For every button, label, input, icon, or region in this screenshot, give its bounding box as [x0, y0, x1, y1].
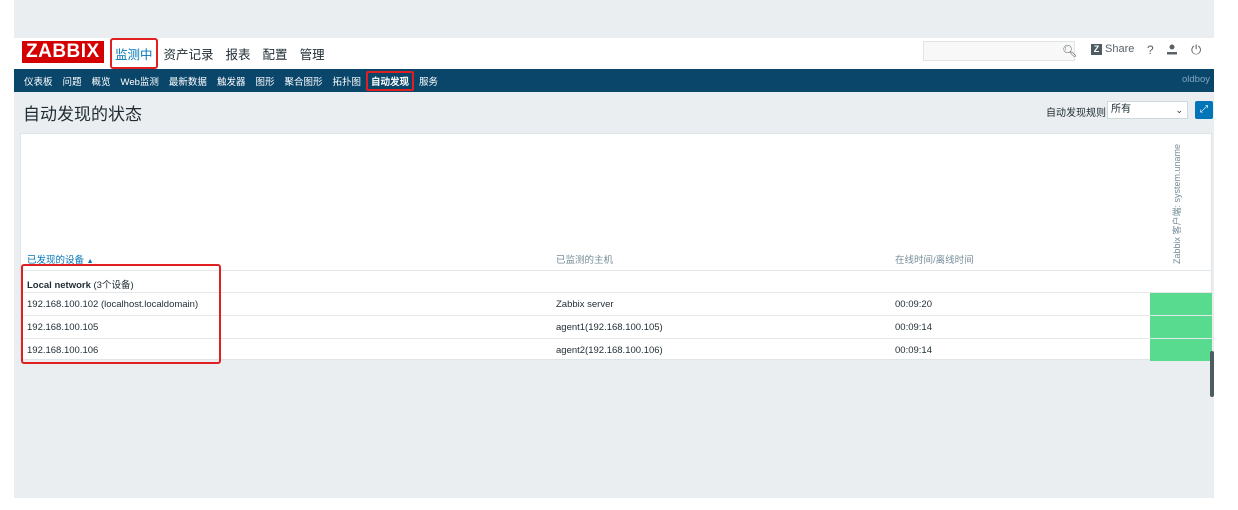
subnav-overview[interactable]: 概览	[87, 74, 116, 88]
subnav-maps[interactable]: 拓扑图	[327, 74, 366, 88]
host-cell: agent1(192.168.100.105)	[556, 322, 663, 333]
menu-reports[interactable]: 报表	[220, 44, 257, 63]
host-cell: agent2(192.168.100.106)	[556, 345, 663, 356]
share-label: Share	[1105, 43, 1135, 55]
column-header-host: 已监测的主机	[556, 255, 614, 266]
top-bar: ZABBIX 监测中 资产记录 报表 配置 管理 🔍︎ Z Share ? ⏻	[14, 38, 1214, 69]
sub-navigation: 仪表板 问题 概览 Web监测 最新数据 触发器 图形 聚合图形 拓扑图 自动发…	[14, 69, 1214, 92]
subnav-triggers[interactable]: 触发器	[212, 74, 251, 88]
share-button[interactable]: Z Share	[1091, 43, 1134, 55]
uptime-cell: 00:09:20	[895, 299, 932, 310]
scrollbar-handle[interactable]	[1210, 351, 1214, 397]
status-cell	[1150, 339, 1212, 361]
search-icon[interactable]: 🔍︎	[1062, 44, 1077, 58]
search-input[interactable]	[923, 41, 1075, 61]
uptime-cell: 00:09:14	[895, 322, 932, 333]
page-title: 自动发现的状态	[23, 105, 142, 124]
subnav-latest-data[interactable]: 最新数据	[164, 74, 212, 88]
menu-monitoring[interactable]: 监测中	[110, 38, 158, 69]
status-cell	[1150, 316, 1212, 338]
uptime-cell: 00:09:14	[895, 345, 932, 356]
subnav-discovery[interactable]: 自动发现	[366, 70, 415, 91]
subnav-web[interactable]: Web监测	[116, 74, 164, 88]
menu-inventory[interactable]: 资产记录	[158, 44, 220, 63]
share-icon: Z	[1091, 43, 1102, 55]
subnav-graphs[interactable]: 图形	[250, 74, 279, 88]
sign-out-icon[interactable]: ⏻	[1191, 42, 1201, 58]
discovery-rule-select[interactable]: 所有 ⌄	[1107, 101, 1188, 119]
app-frame: ZABBIX 监测中 资产记录 报表 配置 管理 🔍︎ Z Share ? ⏻ …	[14, 0, 1214, 498]
status-cell	[1150, 293, 1212, 315]
menu-configuration[interactable]: 配置	[257, 44, 294, 63]
subnav-problems[interactable]: 问题	[58, 74, 87, 88]
expand-icon: ⤢	[1200, 104, 1208, 115]
column-header-check-label: Zabbix 客户端: system.uname	[1172, 143, 1182, 264]
user-icon[interactable]	[1166, 43, 1178, 57]
subnav-screens[interactable]: 聚合图形	[279, 74, 327, 88]
discovery-table: 已发现的设备 ▲ 已监测的主机 在线时间/离线时间 Zabbix 客户端: sy…	[20, 133, 1212, 364]
chevron-down-icon: ⌄	[1175, 105, 1183, 115]
column-header-uptime: 在线时间/离线时间	[895, 255, 974, 266]
discovery-rule-label: 自动发现规则	[1046, 108, 1106, 119]
discovery-rule-value: 所有	[1111, 104, 1131, 115]
fullscreen-button[interactable]: ⤢	[1195, 101, 1213, 119]
column-header-check: Zabbix 客户端: system.uname	[1153, 134, 1203, 270]
subnav-services[interactable]: 服务	[414, 74, 443, 88]
main-menu: 监测中 资产记录 报表 配置 管理	[110, 38, 331, 69]
host-cell: Zabbix server	[556, 299, 614, 310]
subnav-dashboard[interactable]: 仪表板	[19, 74, 58, 88]
annotation-highlight	[21, 264, 221, 364]
menu-administration[interactable]: 管理	[294, 44, 331, 63]
help-icon[interactable]: ?	[1147, 43, 1154, 57]
current-user: oldboy	[1182, 74, 1210, 85]
zabbix-logo[interactable]: ZABBIX	[22, 41, 104, 63]
